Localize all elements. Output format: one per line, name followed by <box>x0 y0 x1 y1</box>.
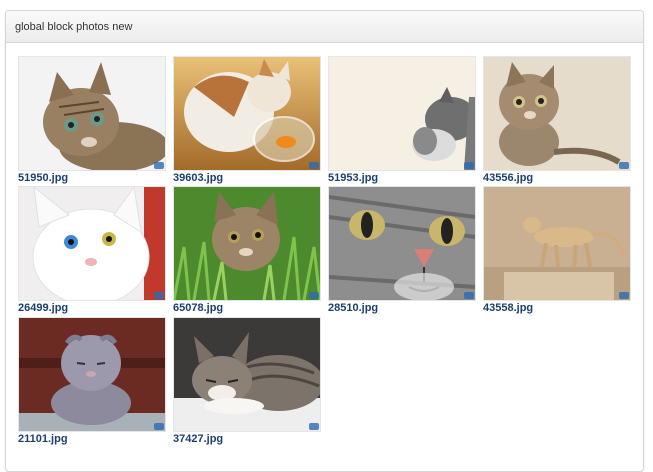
photo-grid: 51950.jpg 39603.jpg 51953.jpg 43556.jpg … <box>18 56 638 471</box>
photo-tile[interactable]: 39603.jpg <box>173 56 321 185</box>
watermark-logo-icon <box>464 162 474 169</box>
photo-thumbnail-grey-tabby-face[interactable] <box>328 186 476 301</box>
photo-thumbnail-grey-kitten[interactable] <box>328 56 476 171</box>
watermark-logo-icon <box>154 423 164 430</box>
photo-thumbnail-kitten-lying[interactable] <box>18 56 166 171</box>
photo-filename-link[interactable]: 28510.jpg <box>328 302 476 315</box>
watermark-logo-icon <box>619 292 629 299</box>
photo-filename-link[interactable]: 39603.jpg <box>173 172 321 185</box>
watermark-logo-icon <box>309 423 319 430</box>
photo-thumbnail-tabby-looking-up[interactable] <box>483 56 631 171</box>
watermark-logo-icon <box>309 162 319 169</box>
photo-tile[interactable]: 65078.jpg <box>173 186 321 315</box>
watermark-logo-icon <box>309 292 319 299</box>
photo-tile[interactable]: 26499.jpg <box>18 186 166 315</box>
photo-tile[interactable]: 43556.jpg <box>483 56 631 185</box>
watermark-logo-icon <box>464 292 474 299</box>
photo-thumbnail-scottish-fold[interactable] <box>18 317 166 432</box>
photo-tile[interactable]: 37427.jpg <box>173 317 321 446</box>
photo-thumbnail-cat-goldfish[interactable] <box>173 56 321 171</box>
photo-thumbnail-cat-walking[interactable] <box>483 186 631 301</box>
panel-title: global block photos new <box>6 11 643 43</box>
watermark-logo-icon <box>154 292 164 299</box>
photo-tile[interactable]: 43558.jpg <box>483 186 631 315</box>
watermark-logo-icon <box>619 162 629 169</box>
photo-filename-link[interactable]: 26499.jpg <box>18 302 166 315</box>
photo-tile[interactable]: 51953.jpg <box>328 56 476 185</box>
photo-filename-link[interactable]: 51953.jpg <box>328 172 476 185</box>
photo-thumbnail-kitten-grass[interactable] <box>173 186 321 301</box>
photo-tile[interactable]: 51950.jpg <box>18 56 166 185</box>
photo-filename-link[interactable]: 37427.jpg <box>173 433 321 446</box>
photo-tile[interactable]: 28510.jpg <box>328 186 476 315</box>
photo-thumbnail-kitten-sleeping[interactable] <box>173 317 321 432</box>
photo-block-panel: global block photos new 51950.jpg 39603.… <box>5 10 644 472</box>
photo-filename-link[interactable]: 43558.jpg <box>483 302 631 315</box>
photo-thumbnail-white-cat[interactable] <box>18 186 166 301</box>
watermark-logo-icon <box>154 162 164 169</box>
photo-filename-link[interactable]: 43556.jpg <box>483 172 631 185</box>
photo-filename-link[interactable]: 51950.jpg <box>18 172 166 185</box>
photo-tile[interactable]: 21101.jpg <box>18 317 166 446</box>
photo-filename-link[interactable]: 21101.jpg <box>18 433 166 446</box>
photo-filename-link[interactable]: 65078.jpg <box>173 302 321 315</box>
